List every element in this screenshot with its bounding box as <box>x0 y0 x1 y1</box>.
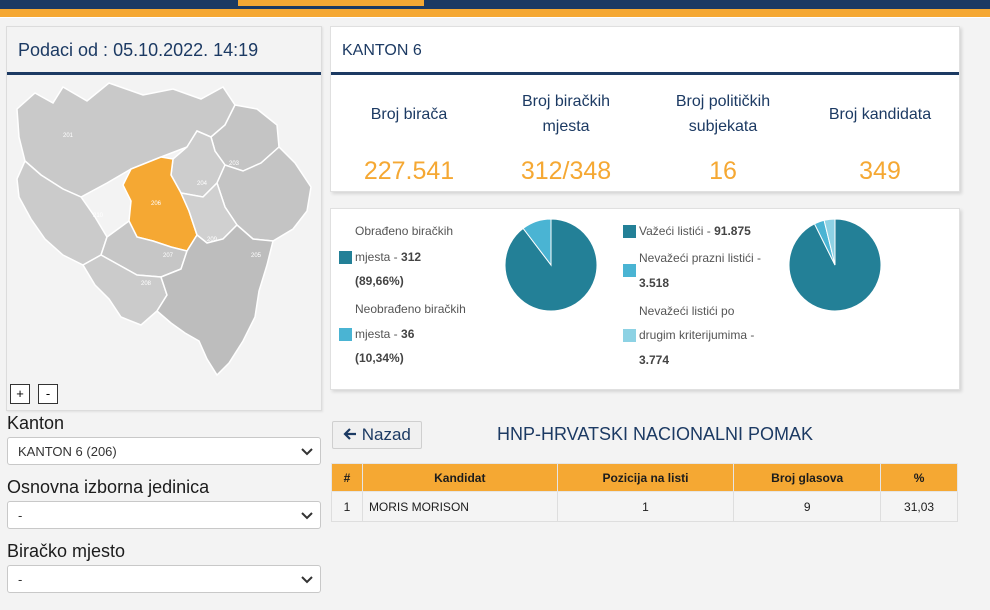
zoom-out-button[interactable]: - <box>38 384 58 404</box>
stat-candidates-value: 349 <box>859 157 901 185</box>
legend1-line2: mjesta - 312 <box>355 250 421 264</box>
results-header-row: # Kandidat Pozicija na listi Broj glasov… <box>331 463 958 492</box>
stat-voters-value: 227.541 <box>363 157 455 185</box>
map-label-206: 206 <box>151 201 162 207</box>
legend1-swatch-processed <box>339 251 352 264</box>
legend1-line4: Neobrađeno biračkih <box>355 302 466 316</box>
map-label-205: 205 <box>251 253 262 259</box>
stat-political-subjects-label: Broj političkih subjekata <box>675 93 771 135</box>
legend1-unprocessed-count: 36 <box>401 327 415 341</box>
kanton-label: Kanton <box>7 413 65 433</box>
legend1-line6: (10,34%) <box>355 351 404 365</box>
map-label-207: 207 <box>163 253 174 259</box>
legend2-line1: Važeći listići - 91.875 <box>639 224 751 238</box>
zoom-in-button[interactable]: + <box>10 384 30 404</box>
chevron-down-icon <box>301 576 313 584</box>
legend2-swatch-blank <box>623 264 636 277</box>
charts-card: Obrađeno biračkih mjesta - 312 (89,66%) … <box>330 208 960 390</box>
map-panel: Podaci od : 05.10.2022. 14:19 201 203 20… <box>6 26 322 411</box>
legend1-line2-text: mjesta - <box>355 250 402 264</box>
stat-polling-stations: Broj biračkih mjesta 312/348 <box>496 89 636 186</box>
legend1-processed-pct: (89,66%) <box>355 274 404 288</box>
legend2-blank-count: 3.518 <box>639 276 670 290</box>
col-header-candidate[interactable]: Kandidat <box>361 463 558 492</box>
data-timestamp: Podaci od : 05.10.2022. 14:19 <box>18 40 259 60</box>
bm-label: Biračko mjesto <box>7 541 126 561</box>
stat-voters-label: Broj birača <box>370 105 448 123</box>
top-banner-gold-stripe <box>0 9 990 17</box>
legend1-line3: (89,66%) <box>355 274 404 288</box>
top-banner-navy-stripe <box>0 0 990 9</box>
stat-polling-stations-label: Broj biračkih mjesta <box>521 93 611 135</box>
pie-chart-ballots <box>788 218 882 312</box>
pie-chart-polling-stations <box>504 218 598 312</box>
col-header-position[interactable]: Pozicija na listi <box>556 463 735 492</box>
summary-title: KANTON 6 <box>331 27 959 75</box>
stat-political-subjects: Broj političkih subjekata 16 <box>653 89 793 186</box>
legend2-other-count: 3.774 <box>639 353 670 367</box>
table-row[interactable]: 1 MORIS MORISON 1 9 31,03 <box>331 491 958 522</box>
map-label-210: 210 <box>93 213 104 219</box>
map-label-201: 201 <box>63 133 74 139</box>
legend2-line6: 3.774 <box>639 353 669 367</box>
bm-select-value: - <box>18 572 23 587</box>
bm-select[interactable]: - <box>7 565 321 593</box>
legend1-unprocessed-pct: (10,34%) <box>355 351 404 365</box>
chevron-down-icon <box>301 448 313 456</box>
col-header-percent[interactable]: % <box>880 463 958 492</box>
chevron-down-icon <box>301 512 313 520</box>
party-name: HNP-HRVATSKI NACIONALNI POMAK <box>497 424 814 444</box>
map-label-203: 203 <box>229 161 240 167</box>
map-label-204: 204 <box>197 181 208 187</box>
legend1-line5: mjesta - 36 <box>355 327 414 341</box>
stat-polling-stations-value: 312/348 <box>520 157 612 185</box>
oij-select[interactable]: - <box>7 501 321 529</box>
cell-position: 1 <box>556 491 735 522</box>
legend1-processed-count: 312 <box>401 250 422 264</box>
cell-votes: 9 <box>733 491 882 522</box>
stat-political-subjects-value: 16 <box>709 157 737 185</box>
legend2-line4: Nevažeći listići po <box>639 304 735 318</box>
kanton-select-value: KANTON 6 (206) <box>18 444 117 459</box>
legend2-line2: Nevažeći prazni listići - <box>639 251 762 265</box>
legend1-line1: Obrađeno biračkih <box>355 224 454 238</box>
canton-map[interactable]: 201 203 204 205 206 207 208 209 210 <box>11 79 321 379</box>
legend1-swatch-unprocessed <box>339 328 352 341</box>
data-timestamp-header: Podaci od : 05.10.2022. 14:19 <box>7 27 321 75</box>
legend2-line3: 3.518 <box>639 276 669 290</box>
legend2-line1-text: Važeći listići - <box>639 224 715 238</box>
stat-candidates-label: Broj kandidata <box>828 105 932 123</box>
map-label-209: 209 <box>207 237 218 243</box>
legend2-swatch-valid <box>623 225 636 238</box>
stat-candidates: Broj kandidata 349 <box>810 89 950 186</box>
active-tab-indicator <box>238 0 424 6</box>
kanton-select[interactable]: KANTON 6 (206) <box>7 437 321 465</box>
back-button-label: Nazad <box>361 425 411 444</box>
map-label-208: 208 <box>141 281 152 287</box>
cell-number: 1 <box>331 491 363 522</box>
legend2-swatch-other <box>623 329 636 342</box>
summary-card: KANTON 6 Broj birača 227.541 Broj biračk… <box>330 26 960 192</box>
back-button[interactable]: Nazad <box>332 421 422 449</box>
stat-voters: Broj birača 227.541 <box>339 89 479 186</box>
results-table: # Kandidat Pozicija na listi Broj glasov… <box>331 463 958 522</box>
oij-select-value: - <box>18 508 23 523</box>
cell-candidate: MORIS MORISON <box>361 491 558 522</box>
legend1-line5-text: mjesta - <box>355 327 402 341</box>
col-header-number[interactable]: # <box>331 463 363 492</box>
arrow-left-icon <box>343 428 356 440</box>
cell-percent: 31,03 <box>880 491 958 522</box>
oij-label: Osnovna izborna jedinica <box>7 477 210 497</box>
top-banner <box>0 0 990 18</box>
col-header-votes[interactable]: Broj glasova <box>733 463 882 492</box>
legend2-line5: drugim kriterijumima - <box>639 328 755 342</box>
legend2-valid-count: 91.875 <box>714 224 751 238</box>
canton-map-svg[interactable]: 201 203 204 205 206 207 208 209 210 <box>11 79 321 379</box>
